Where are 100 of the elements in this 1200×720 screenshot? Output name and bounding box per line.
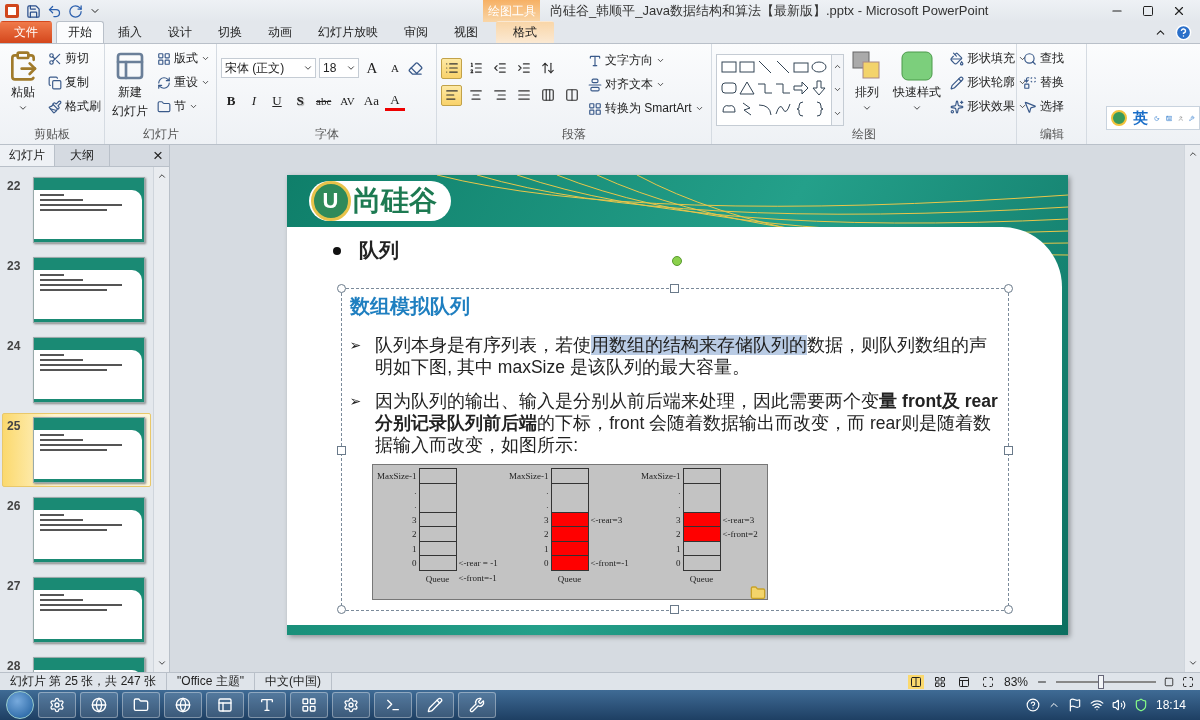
paragraph-option-button[interactable]: 文字方向 xyxy=(586,50,706,71)
grow-font-button[interactable]: A xyxy=(362,58,382,78)
shrink-font-button[interactable]: A xyxy=(385,58,405,78)
restore-icon[interactable] xyxy=(1142,5,1154,17)
shape-icon[interactable] xyxy=(756,58,774,76)
resize-handle[interactable] xyxy=(669,284,679,293)
resize-handle[interactable] xyxy=(1003,284,1013,293)
ribbon-tab[interactable]: 切换 xyxy=(206,21,254,43)
slide-thumbnail-row[interactable]: 28 xyxy=(2,653,151,672)
clipboard-button[interactable]: 剪切 xyxy=(46,48,103,69)
resize-handle[interactable] xyxy=(336,284,346,293)
redo-icon[interactable] xyxy=(68,3,83,19)
rotate-handle[interactable] xyxy=(671,256,682,266)
zoom-level[interactable]: 83% xyxy=(1003,674,1028,689)
slide-thumbnail[interactable] xyxy=(33,177,145,243)
shield-icon[interactable] xyxy=(1133,698,1148,712)
help-icon[interactable] xyxy=(1175,24,1192,41)
slide-thumbnail-row[interactable]: 25 xyxy=(2,413,151,487)
close-button[interactable]: × xyxy=(147,145,169,166)
font-format-button[interactable]: AV xyxy=(337,91,358,111)
slide-option-button[interactable]: 版式 xyxy=(155,48,212,69)
shape-icon[interactable] xyxy=(738,79,756,97)
font-name-field[interactable]: 宋体 (正文) xyxy=(221,58,316,78)
new-slide-button[interactable]: 新建 幻灯片 xyxy=(109,48,151,126)
font-format-button[interactable]: abc xyxy=(313,91,335,111)
help-icon[interactable] xyxy=(1025,698,1040,712)
font-size-field[interactable]: 18 xyxy=(319,58,359,78)
arrange-button[interactable]: 排列 xyxy=(848,48,886,126)
taskbar-app-button[interactable] xyxy=(290,692,328,718)
scroll-up-icon[interactable] xyxy=(1187,149,1198,159)
panel-tab[interactable]: 幻灯片 xyxy=(0,145,55,166)
ribbon-tab[interactable]: 动画 xyxy=(256,21,304,43)
slide-thumbnail-row[interactable]: 24 xyxy=(2,333,151,407)
taskbar-app-button[interactable] xyxy=(374,692,412,718)
resize-handle[interactable] xyxy=(336,446,346,455)
shape-gallery[interactable] xyxy=(716,54,832,126)
taskbar-app-button[interactable] xyxy=(248,692,286,718)
shape-icon[interactable] xyxy=(810,79,828,97)
taskbar-app-button[interactable] xyxy=(80,692,118,718)
paragraph-toggle[interactable] xyxy=(441,57,462,79)
powerpoint-logo-icon[interactable] xyxy=(4,3,20,19)
network-icon[interactable] xyxy=(1089,698,1104,712)
save-icon[interactable] xyxy=(26,3,41,19)
resize-handle[interactable] xyxy=(336,605,346,614)
taskbar-app-button[interactable] xyxy=(38,692,76,718)
slide-thumbnail[interactable] xyxy=(33,577,145,643)
ribbon-tab[interactable]: 格式 xyxy=(496,21,554,43)
undo-icon[interactable] xyxy=(47,3,62,19)
quick-styles-button[interactable]: 快速样式 xyxy=(890,48,944,126)
font-format-button[interactable]: U xyxy=(267,91,287,111)
taskbar-app-button[interactable] xyxy=(458,692,496,718)
volume-icon[interactable] xyxy=(1111,698,1126,712)
zoom-in-icon[interactable] xyxy=(1164,676,1174,687)
scroll-down-icon[interactable] xyxy=(156,658,167,668)
taskbar-app-button[interactable] xyxy=(332,692,370,718)
folder-icon[interactable] xyxy=(749,585,766,601)
ime-mode-label[interactable]: 英 xyxy=(1133,108,1148,128)
resize-handle[interactable] xyxy=(1003,605,1013,614)
clock[interactable]: 18:14 xyxy=(1155,698,1186,712)
ribbon-tab[interactable]: 视图 xyxy=(442,21,490,43)
shape-icon[interactable] xyxy=(792,79,810,97)
taskbar-app-button[interactable] xyxy=(206,692,244,718)
ime-toolbar[interactable]: 英 xyxy=(1106,106,1200,130)
slide-thumbnail-row[interactable]: 23 xyxy=(2,253,151,327)
resize-handle[interactable] xyxy=(1003,446,1013,455)
panel-tab[interactable]: 大纲 xyxy=(55,145,110,166)
slide-thumbnail[interactable] xyxy=(33,337,145,403)
font-format-button[interactable]: A xyxy=(384,91,405,111)
ribbon-tab[interactable]: 插入 xyxy=(106,21,154,43)
slide-thumbnail[interactable] xyxy=(33,257,145,323)
taskbar-app-button[interactable] xyxy=(122,692,160,718)
paragraph-option-button[interactable]: 对齐文本 xyxy=(586,74,706,95)
font-format-button[interactable]: Aa xyxy=(360,91,382,111)
slide-thumbnail-row[interactable]: 27 xyxy=(2,573,151,647)
shape-icon[interactable] xyxy=(774,58,792,76)
file-tab[interactable]: 文件 xyxy=(0,21,52,43)
scrollbar[interactable] xyxy=(1184,145,1200,672)
font-format-button[interactable]: B xyxy=(221,91,241,111)
taskbar-app-button[interactable] xyxy=(416,692,454,718)
shape-icon[interactable] xyxy=(810,58,828,76)
ribbon-tab[interactable]: 开始 xyxy=(56,21,104,43)
slide-thumbnail[interactable] xyxy=(33,497,145,563)
slide-thumbnail-row[interactable]: 22 xyxy=(2,173,151,247)
font-format-button[interactable]: S xyxy=(290,91,310,111)
shape-icon[interactable] xyxy=(720,79,738,97)
normal-view-button[interactable] xyxy=(907,674,924,689)
fit-window-icon[interactable] xyxy=(1182,675,1194,688)
paste-button[interactable]: 粘贴 xyxy=(4,48,42,126)
resize-handle[interactable] xyxy=(669,605,679,614)
clear-format-icon[interactable] xyxy=(408,60,423,76)
slide-option-button[interactable]: 节 xyxy=(155,96,212,117)
clipboard-button[interactable]: 格式刷 xyxy=(46,96,103,117)
slide-option-button[interactable]: 重设 xyxy=(155,72,212,93)
taskbar-app-button[interactable] xyxy=(164,692,202,718)
scroll-down-icon[interactable] xyxy=(1187,658,1198,668)
ribbon-tab[interactable]: 幻灯片放映 xyxy=(306,21,390,43)
ribbon-tab[interactable]: 设计 xyxy=(156,21,204,43)
clipboard-button[interactable]: 复制 xyxy=(46,72,103,93)
scrollbar[interactable] xyxy=(153,167,169,672)
flag-icon[interactable] xyxy=(1067,698,1082,712)
